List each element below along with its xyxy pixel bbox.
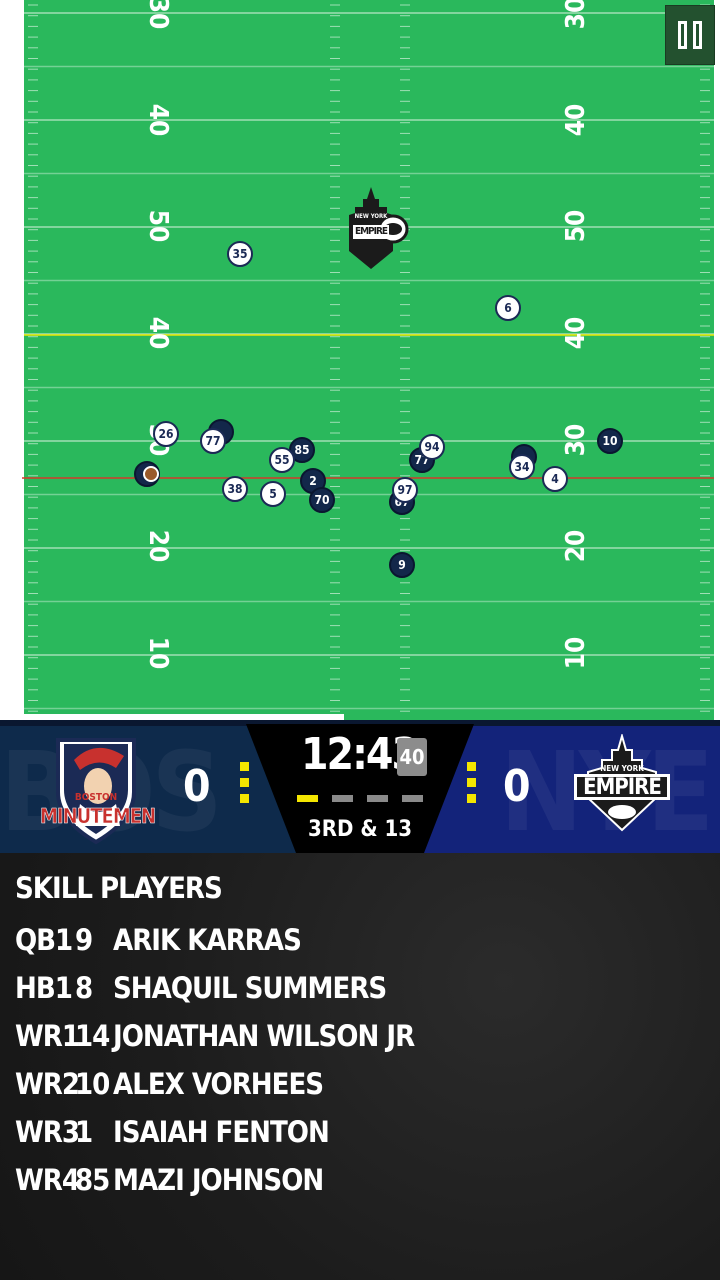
pause-bar-left [678, 21, 687, 49]
midfield-logo-top: NEW YORK [354, 213, 388, 220]
skill-players-panel: SKILL PLAYERS QB1 9 ARIK KARRAS HB1 8 SHAQUIL… [0, 853, 720, 1280]
pause-button[interactable] [665, 5, 715, 65]
yard-number-right: 50 [561, 210, 591, 243]
skill-player-position: HB1 [15, 971, 73, 1005]
offense-player-marker[interactable]: 5 [260, 481, 286, 507]
away-score: 0 [503, 761, 531, 812]
football-icon [143, 466, 159, 482]
skill-player-player-name: MAZI JOHNSON [113, 1163, 324, 1197]
home-name-top: BOSTON [74, 792, 118, 803]
yard-number-right: 30 [561, 424, 591, 457]
offense-player-marker[interactable]: 6 [495, 295, 521, 321]
offense-player-marker[interactable]: 38 [222, 476, 248, 502]
timeout-indicator [467, 762, 476, 771]
offense-player-marker[interactable]: 4 [542, 466, 568, 492]
skill-player-jersey-number: 85 [75, 1163, 110, 1197]
panel-title: SKILL PLAYERS [15, 871, 223, 905]
home-team-logo: BOSTON MINUTEMEN [40, 730, 157, 845]
offense-player-marker[interactable]: 94 [419, 434, 445, 460]
skill-player-position: WR3 [15, 1115, 80, 1149]
offense-player-marker[interactable]: 26 [153, 421, 179, 447]
offense-player-marker[interactable]: 55 [269, 447, 295, 473]
timeout-indicator [240, 762, 249, 771]
yard-number-left: 30 [143, 0, 173, 29]
skill-player-jersey-number: 9 [75, 923, 93, 957]
quarter-indicator [297, 795, 318, 802]
play-clock: 40 [397, 738, 427, 776]
yard-number-right: 40 [561, 104, 591, 137]
pause-bar-right [693, 21, 702, 49]
yard-number-right: 20 [561, 530, 591, 563]
skill-player-player-name: ALEX VORHEES [113, 1067, 324, 1101]
quarter-indicator [402, 795, 423, 802]
home-name-bottom: MINUTEMEN [40, 804, 157, 829]
yard-number-left: 40 [143, 317, 173, 350]
yard-number-left: 20 [143, 530, 173, 563]
defense-player-marker[interactable]: 9 [389, 552, 415, 578]
football-field: 3030404050504040303020201010 NEW YORK EM… [0, 0, 720, 720]
quarter-indicator [332, 795, 353, 802]
away-timeouts [467, 762, 476, 810]
skill-player-player-name: SHAQUIL SUMMERS [113, 971, 387, 1005]
yard-number-right: 40 [561, 317, 591, 350]
defense-player-marker[interactable]: 70 [309, 487, 335, 513]
skill-player-player-name: ARIK KARRAS [113, 923, 302, 957]
yard-number-right: 10 [561, 637, 591, 670]
grass [24, 0, 714, 720]
timeout-indicator [240, 794, 249, 803]
skill-player-jersey-number: 8 [75, 971, 93, 1005]
skill-player-jersey-number: 1 [75, 1115, 93, 1149]
skill-player-jersey-number: 14 [75, 1019, 110, 1053]
skill-player-position: WR4 [15, 1163, 80, 1197]
quarter-indicator [367, 795, 388, 802]
skill-player-jersey-number: 10 [75, 1067, 110, 1101]
timeout-indicator [240, 778, 249, 787]
timeout-indicator [467, 778, 476, 787]
timeout-indicator [467, 794, 476, 803]
away-team-logo: NEW YORK EMPIRE [572, 732, 672, 834]
yard-number-right: 30 [561, 0, 591, 29]
yard-number-left: 10 [143, 637, 173, 670]
away-name-top: NEW YORK [600, 764, 644, 773]
defense-player-marker[interactable]: 10 [597, 428, 623, 454]
offense-player-marker[interactable]: 97 [392, 477, 418, 503]
home-timeouts [240, 762, 249, 810]
skill-player-player-name: ISAIAH FENTON [113, 1115, 330, 1149]
midfield-logo-main: EMPIRE [354, 226, 388, 237]
yard-number-left: 40 [143, 104, 173, 137]
skill-player-position: WR1 [15, 1019, 80, 1053]
offense-player-marker[interactable]: 35 [227, 241, 253, 267]
skill-player-position: WR2 [15, 1067, 80, 1101]
down-and-distance: 3RD & 13 [307, 817, 413, 842]
yard-number-left: 50 [143, 210, 173, 243]
offense-player-marker[interactable]: 77 [200, 428, 226, 454]
skill-player-position: QB1 [15, 923, 73, 957]
midfield-logo: NEW YORK EMPIRE [333, 185, 409, 271]
field-graphic: 3030404050504040303020201010 [22, 0, 714, 720]
skill-player-player-name: JONATHAN WILSON JR [113, 1019, 415, 1053]
offense-player-marker[interactable]: 34 [509, 454, 535, 480]
home-score: 0 [183, 761, 211, 812]
away-name-bottom: EMPIRE [583, 775, 662, 800]
